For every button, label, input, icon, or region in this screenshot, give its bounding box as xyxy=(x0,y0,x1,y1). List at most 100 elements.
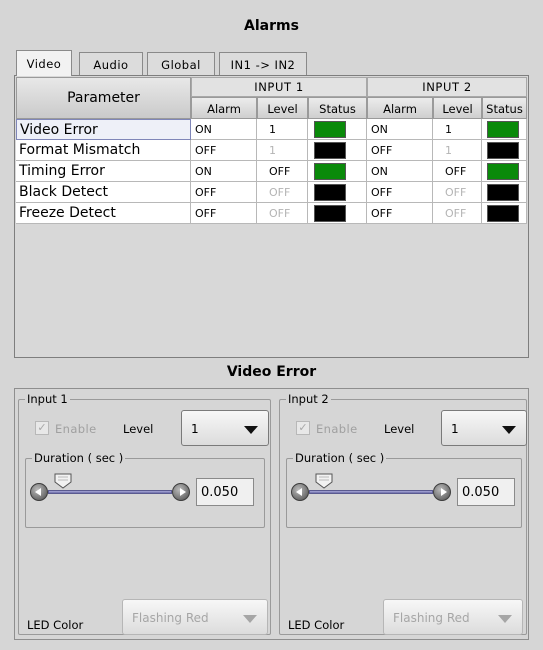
input2-alarm-cell[interactable]: OFF xyxy=(367,182,433,203)
input1-level-value: 1 xyxy=(191,422,199,436)
input1-duration-slider-track[interactable] xyxy=(48,490,172,494)
input1-alarm-cell[interactable]: ON xyxy=(191,161,257,182)
input2-status-led xyxy=(487,142,519,159)
input1-status-led xyxy=(314,142,346,159)
input2-alarm-cell[interactable]: ON xyxy=(367,161,433,182)
input1-level-cell[interactable]: OFF xyxy=(257,203,308,224)
input2-led-color-value: Flashing Red xyxy=(393,611,470,625)
row-parameter[interactable]: Black Detect xyxy=(16,182,191,203)
tab-video[interactable]: Video xyxy=(16,50,72,76)
input2-duration-group: Duration ( sec ) 0.050 xyxy=(286,451,522,528)
triangle-left-icon xyxy=(296,488,302,496)
detail-title: Video Error xyxy=(226,364,317,380)
input2-alarm-header[interactable]: Alarm xyxy=(367,97,433,119)
window-title: Alarms xyxy=(244,18,299,34)
tab-global[interactable]: Global xyxy=(147,52,215,76)
table-row[interactable]: Video Error ON 1 ON 1 xyxy=(16,119,527,140)
input2-level-dropdown[interactable]: 1 xyxy=(441,410,527,446)
input1-level-cell[interactable]: 1 xyxy=(257,140,308,161)
input1-alarm-cell[interactable]: OFF xyxy=(191,140,257,161)
input1-enable-label: Enable xyxy=(55,422,97,436)
table-row[interactable]: Freeze Detect OFF OFF OFF OFF xyxy=(16,203,527,224)
table-row[interactable]: Timing Error ON OFF ON OFF xyxy=(16,161,527,182)
input2-group: Input 2 ✓ Enable Level 1 Duration ( sec … xyxy=(279,392,527,635)
input2-level-header[interactable]: Level xyxy=(433,97,482,119)
tab-in1-in2[interactable]: IN1 -> IN2 xyxy=(219,52,307,76)
chevron-down-icon xyxy=(502,426,516,434)
input1-status-led xyxy=(314,121,346,138)
input2-legend: Input 2 xyxy=(286,392,331,406)
input2-status-header[interactable]: Status xyxy=(482,97,527,119)
input2-header: INPUT 2 xyxy=(367,77,527,97)
input2-level-value: 1 xyxy=(451,422,459,436)
input2-alarm-cell[interactable]: OFF xyxy=(367,140,433,161)
input2-status-led xyxy=(487,205,519,222)
input2-level-cell[interactable]: OFF xyxy=(433,161,482,182)
input1-led-color-dropdown[interactable]: Flashing Red xyxy=(122,599,268,635)
input2-status-led xyxy=(487,121,519,138)
input2-status-cell xyxy=(482,119,527,140)
input2-duration-legend: Duration ( sec ) xyxy=(293,451,387,465)
row-parameter[interactable]: Freeze Detect xyxy=(16,203,191,224)
input2-level-cell[interactable]: OFF xyxy=(433,182,482,203)
input2-led-color-label: LED Color xyxy=(288,618,345,632)
input1-status-header[interactable]: Status xyxy=(308,97,367,119)
triangle-right-icon xyxy=(441,488,447,496)
input1-alarm-cell[interactable]: OFF xyxy=(191,182,257,203)
input2-duration-slider-thumb[interactable] xyxy=(315,473,333,489)
input1-alarm-cell[interactable]: OFF xyxy=(191,203,257,224)
parameter-column-header[interactable]: Parameter xyxy=(16,77,191,119)
input1-level-header[interactable]: Level xyxy=(257,97,308,119)
input2-enable-checkbox[interactable]: ✓ xyxy=(296,421,310,435)
input1-duration-group: Duration ( sec ) 0.050 xyxy=(25,451,265,528)
input1-status-led xyxy=(314,184,346,201)
row-parameter[interactable]: Format Mismatch xyxy=(16,140,191,161)
table-row[interactable]: Format Mismatch OFF 1 OFF 1 xyxy=(16,140,527,161)
input1-duration-value[interactable]: 0.050 xyxy=(196,478,254,506)
input1-alarm-header[interactable]: Alarm xyxy=(191,97,257,119)
input2-duration-slider-track[interactable] xyxy=(309,490,433,494)
input2-alarm-cell[interactable]: OFF xyxy=(367,203,433,224)
input1-duration-slider-thumb[interactable] xyxy=(54,473,72,489)
input1-increase-button[interactable] xyxy=(172,483,190,501)
input2-status-cell xyxy=(482,203,527,224)
input1-decrease-button[interactable] xyxy=(30,483,48,501)
input1-alarm-cell[interactable]: ON xyxy=(191,119,257,140)
detail-panel: Input 1 ✓ Enable Level 1 Duration ( sec … xyxy=(14,388,529,640)
input2-alarm-cell[interactable]: ON xyxy=(367,119,433,140)
input1-status-cell xyxy=(308,203,367,224)
input2-level-cell[interactable]: OFF xyxy=(433,203,482,224)
input1-legend: Input 1 xyxy=(25,392,70,406)
input1-level-cell[interactable]: OFF xyxy=(257,182,308,203)
input1-status-cell xyxy=(308,161,367,182)
row-parameter[interactable]: Timing Error xyxy=(16,161,191,182)
input1-led-color-label: LED Color xyxy=(27,618,84,632)
input1-level-cell[interactable]: 1 xyxy=(257,119,308,140)
input2-status-cell xyxy=(482,161,527,182)
tab-audio[interactable]: Audio xyxy=(79,52,143,76)
input2-led-color-dropdown[interactable]: Flashing Red xyxy=(383,599,523,635)
input1-enable-checkbox[interactable]: ✓ xyxy=(35,421,49,435)
input1-status-cell xyxy=(308,119,367,140)
triangle-left-icon xyxy=(35,488,41,496)
input2-level-cell[interactable]: 1 xyxy=(433,140,482,161)
triangle-right-icon xyxy=(180,488,186,496)
chevron-down-icon xyxy=(244,426,258,434)
input2-status-led xyxy=(487,163,519,180)
input1-led-color-value: Flashing Red xyxy=(132,611,209,625)
input1-header: INPUT 1 xyxy=(191,77,367,97)
input2-status-cell xyxy=(482,140,527,161)
input1-duration-legend: Duration ( sec ) xyxy=(32,451,126,465)
input2-increase-button[interactable] xyxy=(433,483,451,501)
input1-level-cell[interactable]: OFF xyxy=(257,161,308,182)
row-parameter[interactable]: Video Error xyxy=(16,119,191,140)
input2-decrease-button[interactable] xyxy=(291,483,309,501)
input1-status-cell xyxy=(308,182,367,203)
input2-level-cell[interactable]: 1 xyxy=(433,119,482,140)
input1-level-dropdown[interactable]: 1 xyxy=(181,410,269,446)
input2-enable-label: Enable xyxy=(316,422,358,436)
table-row[interactable]: Black Detect OFF OFF OFF OFF xyxy=(16,182,527,203)
input2-duration-value[interactable]: 0.050 xyxy=(457,478,515,506)
chevron-down-icon xyxy=(243,615,257,623)
input2-level-label: Level xyxy=(384,422,415,436)
